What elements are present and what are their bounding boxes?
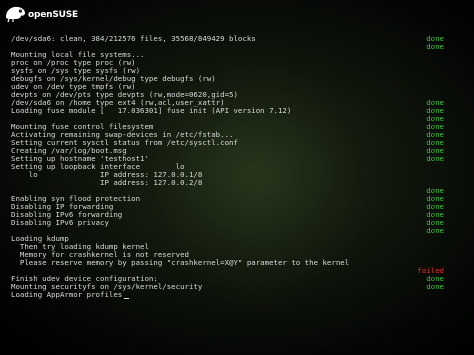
console-line: Disabling IPv6 privacy done [11, 219, 466, 227]
text-cursor [124, 298, 130, 299]
console-line: done [11, 227, 466, 235]
status-done: done [426, 226, 444, 235]
chameleon-icon [6, 6, 25, 23]
console-line: Please reserve memory by passing "crashk… [11, 259, 466, 267]
status-done: done [426, 282, 444, 291]
console-line-text: Loading fuse module [ 17.036301] fuse in… [11, 106, 292, 115]
console-line: IP address: 127.0.0.2/8 [11, 179, 466, 187]
logo-text: openSUSE [28, 10, 78, 20]
console-line: Loading fuse module [ 17.036301] fuse in… [11, 107, 466, 115]
status-done: done [426, 42, 444, 51]
console-output: /dev/sda6: clean, 384/212576 files, 3556… [11, 35, 466, 299]
console-line-text: /dev/sda6: clean, 384/212576 files, 3556… [11, 34, 256, 43]
opensuse-logo: openSUSE [4, 3, 78, 31]
boot-console-screen: openSUSE /dev/sda6: clean, 384/212576 fi… [0, 0, 474, 355]
console-line: /dev/sda6: clean, 384/212576 files, 3556… [11, 35, 466, 43]
console-line-text: IP address: 127.0.0.2/8 [11, 178, 203, 187]
console-line-text: Loading AppArmor profiles [11, 290, 123, 299]
console-line-text: Disabling IPv6 privacy [11, 218, 109, 227]
console-line: Loading AppArmor profiles [11, 291, 466, 299]
console-line-text: Please reserve memory by passing "crashk… [11, 258, 350, 267]
status-done: done [426, 154, 444, 163]
